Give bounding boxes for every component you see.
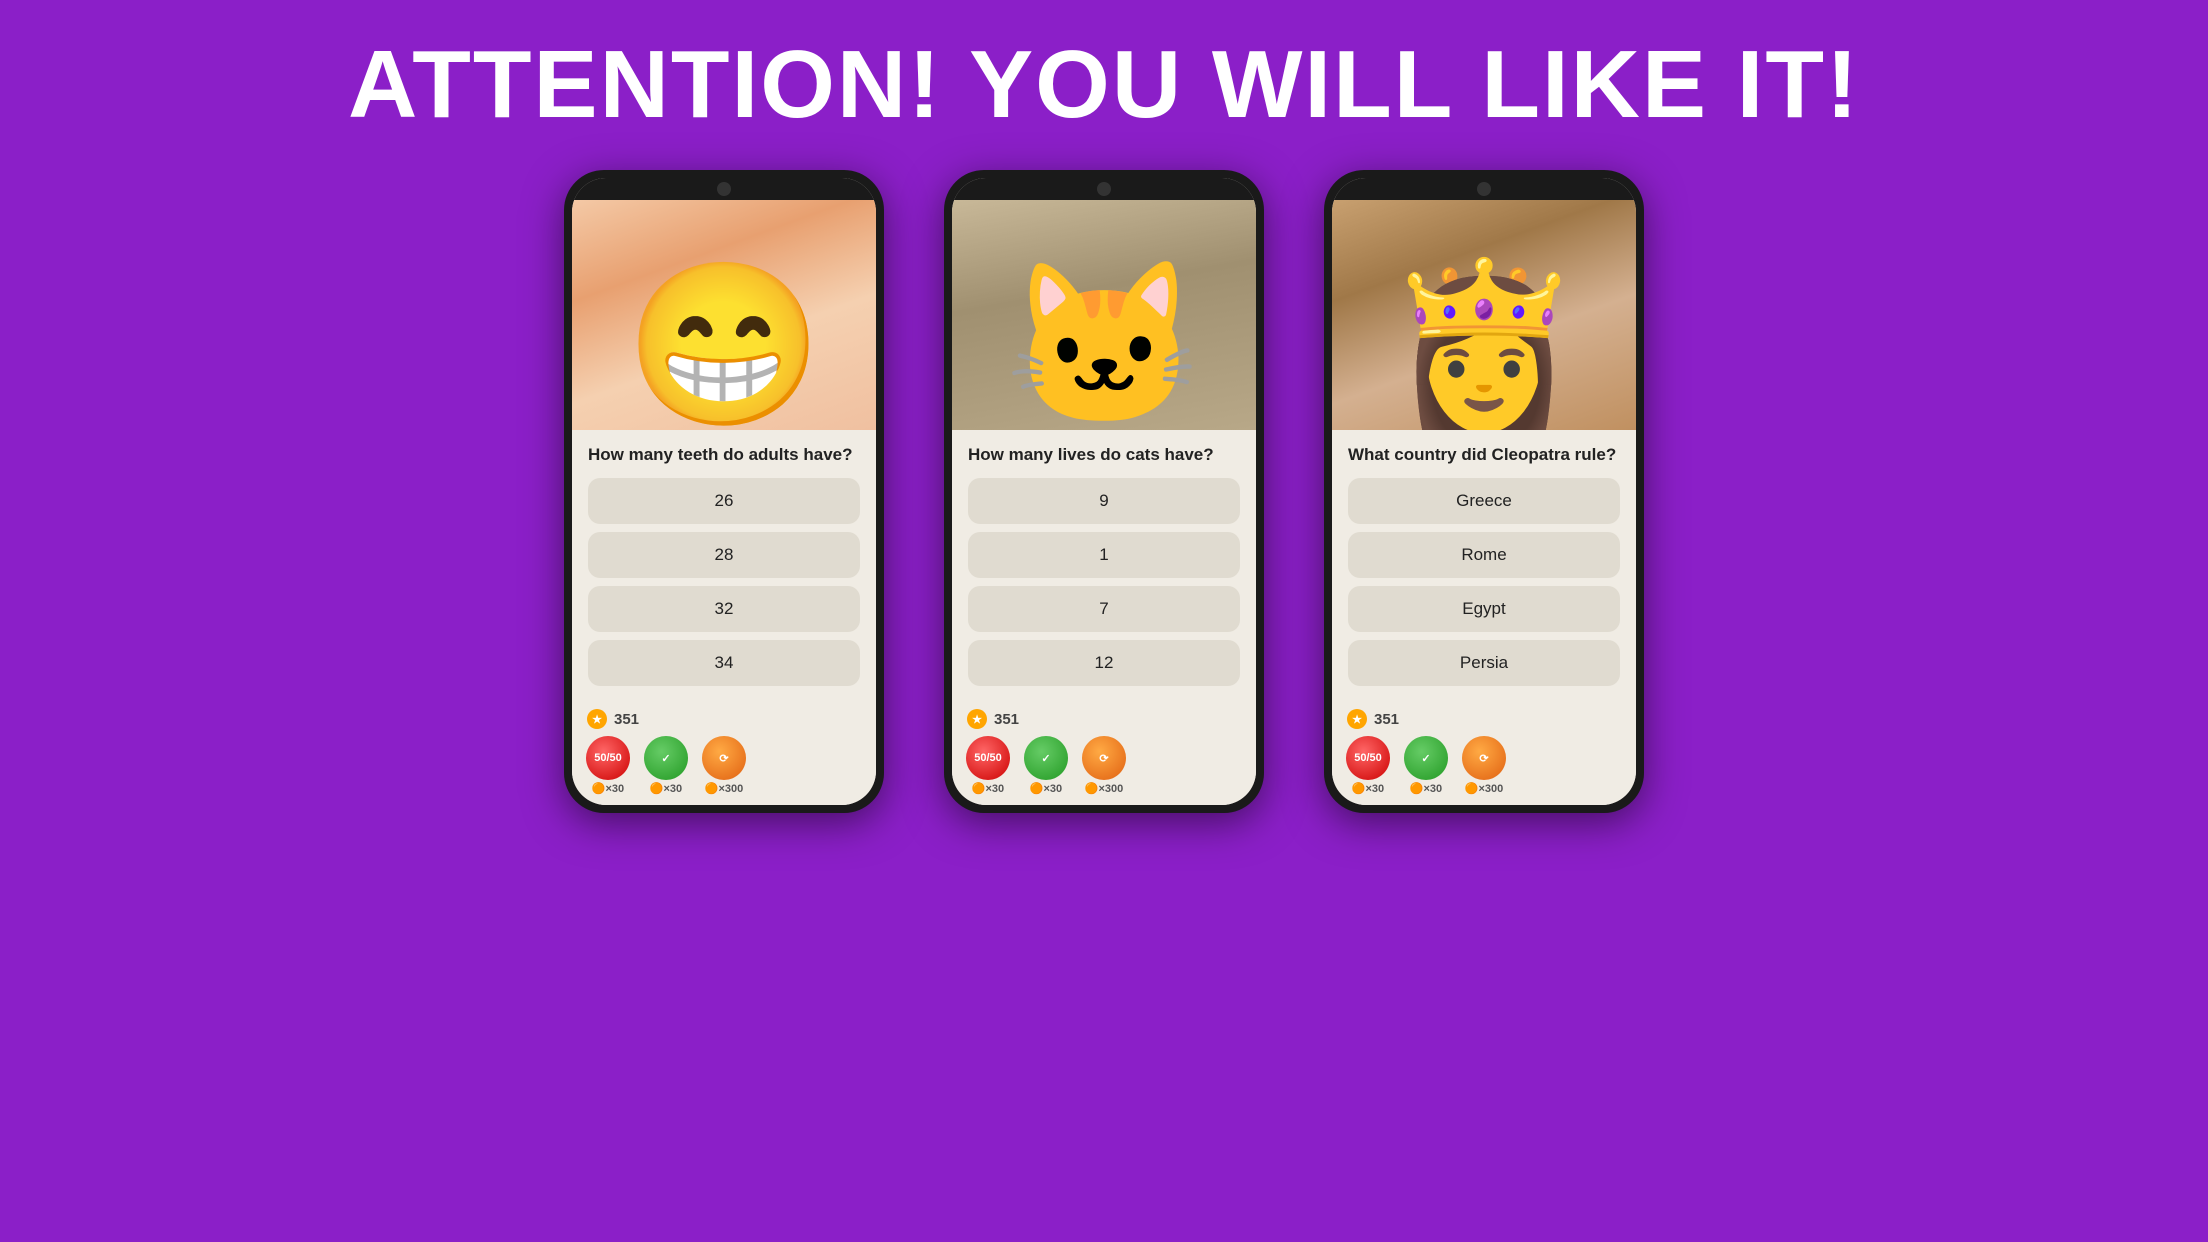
phone-2-answer-1[interactable]: 9	[968, 478, 1240, 524]
main-title: ATTENTION! YOU WILL LIKE IT!	[348, 30, 1860, 140]
phone-3-answer-2[interactable]: Rome	[1348, 532, 1620, 578]
phone-3-powerup-2-badge: ✓	[1404, 736, 1448, 780]
phone-1-answer-1[interactable]: 26	[588, 478, 860, 524]
phone-1-inner: How many teeth do adults have? 26 28 32 …	[572, 178, 876, 805]
phone-3-photo	[1332, 200, 1636, 430]
phone-2-answer-2[interactable]: 1	[968, 532, 1240, 578]
phone-3-answer-4[interactable]: Persia	[1348, 640, 1620, 686]
phone-1-answer-3[interactable]: 32	[588, 586, 860, 632]
phone-1-coins-count: 351	[614, 711, 639, 728]
phone-2-answer-3[interactable]: 7	[968, 586, 1240, 632]
phone-3-powerup-3-cost: 🟠×300	[1465, 782, 1503, 795]
phone-2-answer-4[interactable]: 12	[968, 640, 1240, 686]
phone-3-powerup-1-badge: 50/50	[1346, 736, 1390, 780]
phone-3-top-bar	[1332, 178, 1636, 200]
phone-3: What country did Cleopatra rule? Greece …	[1324, 170, 1644, 813]
phone-2-powerup-1-cost: 🟠×30	[972, 782, 1004, 795]
svg-text:★: ★	[972, 714, 982, 726]
phone-2-inner: How many lives do cats have? 9 1 7 12 ★ …	[952, 178, 1256, 805]
punch-hole-2	[1097, 182, 1111, 196]
phone-1-powerup-2[interactable]: ✓ 🟠×30	[644, 736, 688, 795]
phone-2-question-area: How many lives do cats have? 9 1 7 12	[952, 430, 1256, 702]
svg-text:★: ★	[592, 714, 602, 726]
phone-3-answer-1[interactable]: Greece	[1348, 478, 1620, 524]
phone-2-powerup-1-badge: 50/50	[966, 736, 1010, 780]
phone-2-photo	[952, 200, 1256, 430]
phone-1-powerups: 50/50 🟠×30 ✓ 🟠×30 ⟳ 🟠×300	[586, 736, 862, 795]
phone-3-powerups: 50/50 🟠×30 ✓ 🟠×30 ⟳ 🟠×300	[1346, 736, 1622, 795]
phone-3-question: What country did Cleopatra rule?	[1348, 444, 1620, 466]
phone-1-powerup-2-badge: ✓	[644, 736, 688, 780]
phone-2: How many lives do cats have? 9 1 7 12 ★ …	[944, 170, 1264, 813]
phone-2-question: How many lives do cats have?	[968, 444, 1240, 466]
phone-3-powerup-1-cost: 🟠×30	[1352, 782, 1384, 795]
phones-container: How many teeth do adults have? 26 28 32 …	[564, 170, 1644, 813]
phone-3-powerup-2-cost: 🟠×30	[1410, 782, 1442, 795]
phone-1-powerup-1-cost: 🟠×30	[592, 782, 624, 795]
phone-2-powerup-2-cost: 🟠×30	[1030, 782, 1062, 795]
phone-2-powerup-3-badge: ⟳	[1082, 736, 1126, 780]
phone-3-question-area: What country did Cleopatra rule? Greece …	[1332, 430, 1636, 702]
phone-3-coin-icon: ★	[1346, 708, 1368, 730]
phone-1-photo	[572, 200, 876, 430]
phone-3-powerup-3-badge: ⟳	[1462, 736, 1506, 780]
phone-1-powerup-3-cost: 🟠×300	[705, 782, 743, 795]
phone-2-bottom: ★ 351 50/50 🟠×30 ✓ 🟠×30 ⟳ 🟠×300	[952, 702, 1256, 805]
phone-2-coin-icon: ★	[966, 708, 988, 730]
phone-1-powerup-2-cost: 🟠×30	[650, 782, 682, 795]
phone-2-coins-count: 351	[994, 711, 1019, 728]
phone-3-powerup-2[interactable]: ✓ 🟠×30	[1404, 736, 1448, 795]
phone-1-bottom: ★ 351 50/50 🟠×30 ✓ 🟠×30 ⟳ 🟠×300	[572, 702, 876, 805]
phone-2-powerups: 50/50 🟠×30 ✓ 🟠×30 ⟳ 🟠×300	[966, 736, 1242, 795]
phone-3-coins-count: 351	[1374, 711, 1399, 728]
phone-1-answer-4[interactable]: 34	[588, 640, 860, 686]
phone-3-inner: What country did Cleopatra rule? Greece …	[1332, 178, 1636, 805]
phone-3-answer-3[interactable]: Egypt	[1348, 586, 1620, 632]
phone-2-top-bar	[952, 178, 1256, 200]
phone-1-coins-row: ★ 351	[586, 708, 862, 730]
phone-1-powerup-3-badge: ⟳	[702, 736, 746, 780]
phone-2-powerup-1[interactable]: 50/50 🟠×30	[966, 736, 1010, 795]
punch-hole-1	[717, 182, 731, 196]
phone-1-top-bar	[572, 178, 876, 200]
svg-text:★: ★	[1352, 714, 1362, 726]
phone-1-powerup-3[interactable]: ⟳ 🟠×300	[702, 736, 746, 795]
phone-1-coin-icon: ★	[586, 708, 608, 730]
punch-hole-3	[1477, 182, 1491, 196]
phone-1-question-area: How many teeth do adults have? 26 28 32 …	[572, 430, 876, 702]
phone-1-powerup-1-badge: 50/50	[586, 736, 630, 780]
phone-3-coins-row: ★ 351	[1346, 708, 1622, 730]
phone-2-powerup-2-badge: ✓	[1024, 736, 1068, 780]
phone-3-powerup-3[interactable]: ⟳ 🟠×300	[1462, 736, 1506, 795]
phone-3-powerup-1[interactable]: 50/50 🟠×30	[1346, 736, 1390, 795]
phone-2-coins-row: ★ 351	[966, 708, 1242, 730]
phone-3-bottom: ★ 351 50/50 🟠×30 ✓ 🟠×30 ⟳ 🟠×300	[1332, 702, 1636, 805]
phone-1-powerup-1[interactable]: 50/50 🟠×30	[586, 736, 630, 795]
phone-1: How many teeth do adults have? 26 28 32 …	[564, 170, 884, 813]
phone-1-question: How many teeth do adults have?	[588, 444, 860, 466]
phone-1-answer-2[interactable]: 28	[588, 532, 860, 578]
phone-2-powerup-3-cost: 🟠×300	[1085, 782, 1123, 795]
phone-2-powerup-3[interactable]: ⟳ 🟠×300	[1082, 736, 1126, 795]
phone-2-powerup-2[interactable]: ✓ 🟠×30	[1024, 736, 1068, 795]
